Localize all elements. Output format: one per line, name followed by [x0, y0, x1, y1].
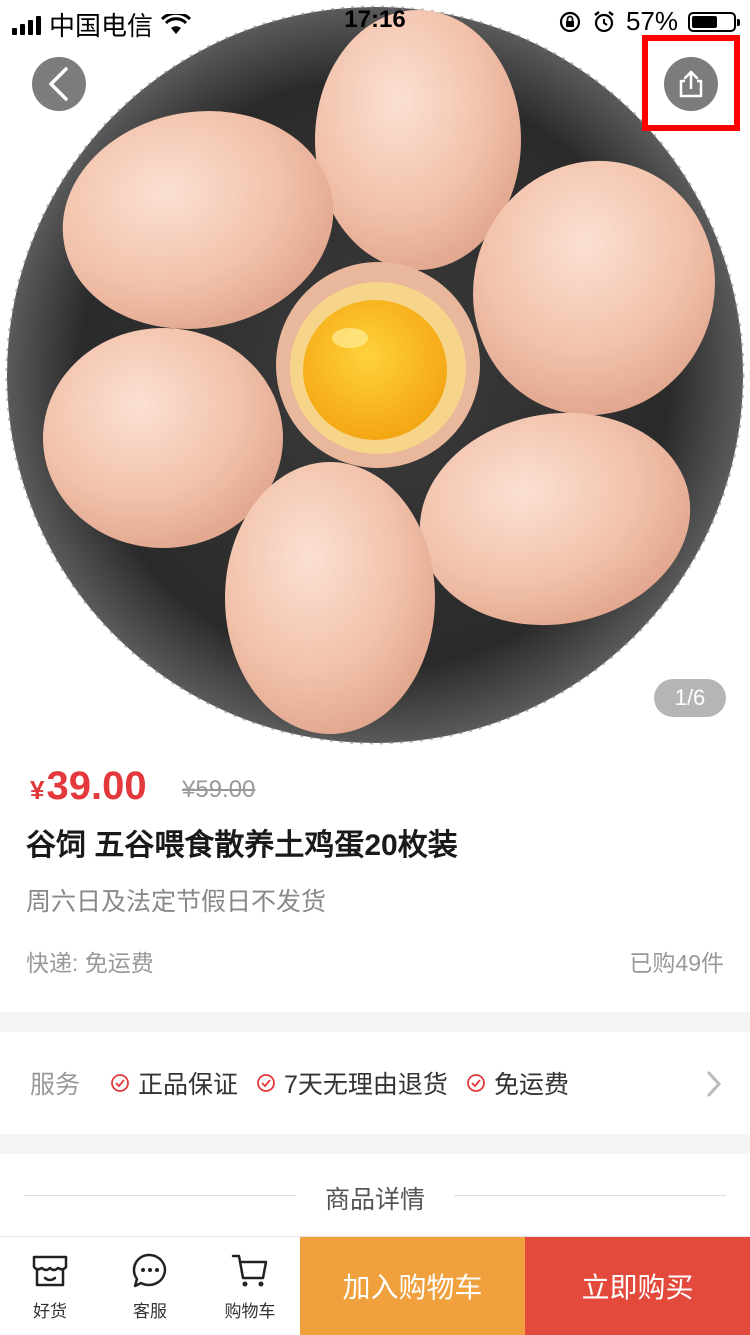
chat-icon: [132, 1253, 167, 1287]
service-item: 免运费: [466, 1065, 569, 1101]
service-label: 服务: [30, 1071, 81, 1099]
product-image: 1/6: [0, 0, 750, 750]
tab-label: 客服: [133, 1301, 167, 1321]
store-icon: [32, 1255, 68, 1286]
product-title: 谷饲 五谷喂食散养土鸡蛋20枚装: [26, 829, 458, 862]
alarm-icon: [594, 10, 614, 32]
chevron-right-icon: [707, 1071, 722, 1097]
details-header: 商品详情: [0, 1154, 750, 1236]
tab-store[interactable]: 好货: [0, 1237, 100, 1335]
service-item-label: 7天无理由退货: [284, 1071, 448, 1099]
details-title: 商品详情: [324, 1186, 425, 1214]
tab-label: 好货: [33, 1301, 67, 1321]
check-circle-icon: [467, 1074, 485, 1092]
battery-icon: [688, 11, 740, 32]
bottom-action-bar: 好货 客服 购物车 加入购物车 立即购买: [0, 1236, 750, 1335]
tab-cart[interactable]: 购物车: [200, 1237, 300, 1335]
currency-symbol: ¥: [30, 775, 45, 805]
share-icon: [679, 70, 703, 98]
share-button[interactable]: [664, 57, 718, 111]
service-item-label: 免运费: [493, 1071, 569, 1099]
service-item-label: 正品保证: [138, 1071, 239, 1099]
original-price: ¥59.00: [182, 776, 256, 803]
check-circle-icon: [111, 1074, 129, 1092]
back-button[interactable]: [32, 57, 86, 111]
price-value: 39.00: [46, 764, 147, 808]
product-price: ¥39.00: [30, 764, 147, 809]
add-to-cart-button[interactable]: 加入购物车: [300, 1237, 525, 1335]
shipping-note: 周六日及法定节假日不发货: [26, 888, 327, 916]
product-info: ¥39.00 ¥59.00 谷饲 五谷喂食散养土鸡蛋20枚装 周六日及法定节假日…: [0, 750, 750, 1012]
cart-icon: [231, 1254, 268, 1286]
service-row[interactable]: 服务 正品保证 7天无理由退货 免运费: [0, 1032, 750, 1134]
battery-percent: 57%: [625, 6, 678, 36]
sold-count: 已购49件: [629, 950, 724, 976]
buy-now-button[interactable]: 立即购买: [525, 1237, 750, 1335]
tab-service[interactable]: 客服: [100, 1237, 200, 1335]
service-item: 7天无理由退货: [256, 1065, 448, 1101]
tab-label: 购物车: [224, 1301, 276, 1321]
shipping-fee: 快递: 免运费: [26, 950, 154, 976]
eggs-photo: [5, 5, 745, 745]
service-item: 正品保证: [110, 1065, 238, 1101]
status-bar: 中国电信 17:16 57%: [0, 0, 750, 41]
chevron-left-icon: [49, 67, 68, 101]
rotation-lock-icon: [559, 11, 581, 32]
image-pager: 1/6: [654, 679, 726, 717]
divider: [454, 1195, 726, 1196]
check-circle-icon: [257, 1074, 275, 1092]
